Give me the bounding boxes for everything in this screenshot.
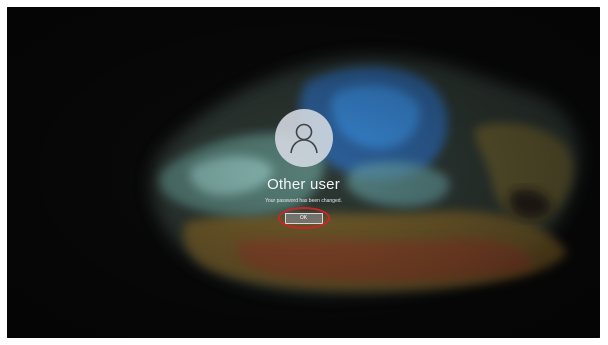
user-avatar: [274, 109, 333, 167]
status-message: Your password has been changed.: [265, 198, 342, 204]
ok-button[interactable]: OK: [284, 212, 323, 224]
username-label: Other user: [267, 176, 340, 193]
lock-screen: Other user Your password has been change…: [7, 7, 600, 338]
user-silhouette-icon: [289, 123, 318, 154]
ok-button-area: OK: [277, 207, 330, 229]
sign-in-panel: Other user Your password has been change…: [7, 109, 600, 229]
